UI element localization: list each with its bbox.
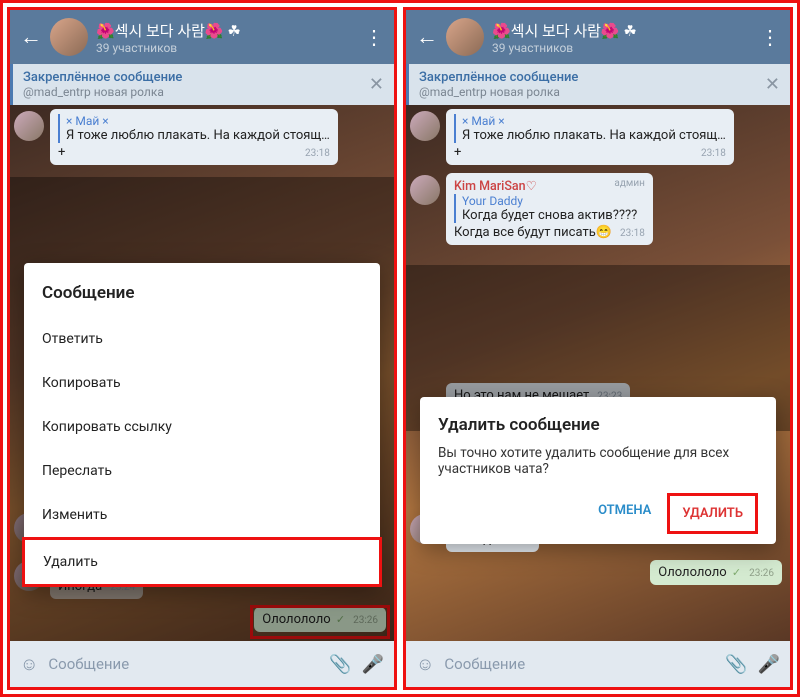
message-input-bar: ☺ Сообщение 📎 🎤: [10, 641, 394, 687]
message-input[interactable]: Сообщение: [48, 655, 319, 673]
cancel-button[interactable]: ОТМЕНА: [586, 493, 663, 534]
more-icon[interactable]: ⋮: [364, 25, 384, 49]
attach-icon[interactable]: 📎: [329, 654, 351, 675]
message-bubble[interactable]: Kim MariSan♡ админ Your Daddy Когда буде…: [446, 173, 653, 245]
menu-item-reply[interactable]: Ответить: [24, 317, 380, 361]
pinned-message[interactable]: Закреплённое сообщение @mad_entrp новая …: [10, 64, 394, 105]
menu-item-edit[interactable]: Изменить: [24, 493, 380, 537]
delete-button[interactable]: УДАЛИТЬ: [667, 493, 758, 534]
screenshot-right: ← 🌺섹시 보다 사람🌺 ☘ 39 участников ⋮ Закреплён…: [403, 7, 793, 690]
back-icon[interactable]: ←: [416, 24, 438, 50]
message-row: × Май × Я тоже люблю плакать. На каждой …: [406, 105, 790, 169]
dialog-buttons: ОТМЕНА УДАЛИТЬ: [438, 493, 758, 534]
back-icon[interactable]: ←: [20, 24, 42, 50]
emoji-icon[interactable]: ☺: [416, 654, 434, 675]
message-row: Ололололо 23:26 ✓: [406, 556, 790, 589]
menu-item-delete[interactable]: Удалить: [22, 537, 382, 587]
pinned-subtitle: @mad_entrp новая ролка: [419, 85, 765, 99]
avatar[interactable]: [50, 18, 88, 56]
check-icon: ✓: [732, 566, 741, 579]
message-row: Kim MariSan♡ админ Your Daddy Когда буде…: [406, 169, 790, 249]
avatar[interactable]: [410, 111, 440, 141]
close-icon[interactable]: ✕: [765, 74, 780, 95]
mic-icon[interactable]: 🎤: [362, 654, 384, 675]
message-bubble[interactable]: × Май × Я тоже люблю плакать. На каждой …: [446, 109, 734, 165]
quote-text: Я тоже люблю плакать. На каждой стоящ…: [462, 128, 726, 143]
screenshot-left: ← 🌺섹시 보다 사람🌺 ☘ 39 участников ⋮ Закреплён…: [7, 7, 397, 690]
dialog-body: Вы точно хотите удалить сообщение для вс…: [438, 445, 758, 477]
chat-header: ← 🌺섹시 보다 사람🌺 ☘ 39 участников ⋮: [406, 10, 790, 64]
message-time: 23:18: [305, 148, 330, 159]
message-text: Ололололо: [658, 565, 726, 580]
chat-title: 🌺섹시 보다 사람🌺 ☘: [492, 20, 752, 41]
quote-text: Когда будет снова актив????: [462, 208, 645, 223]
more-icon[interactable]: ⋮: [760, 25, 780, 49]
context-menu-title: Сообщение: [24, 275, 380, 317]
avatar[interactable]: [410, 175, 440, 205]
mic-icon[interactable]: 🎤: [758, 654, 780, 675]
quote-name: × Май ×: [66, 114, 330, 128]
quote-text: Я тоже люблю плакать. На каждой стоящ…: [66, 128, 330, 143]
chat-title: 🌺섹시 보다 사람🌺 ☘: [96, 20, 356, 41]
chat-header: ← 🌺섹시 보다 사람🌺 ☘ 39 участников ⋮: [10, 10, 394, 64]
chat-subtitle: 39 участников: [492, 41, 752, 55]
avatar[interactable]: [446, 18, 484, 56]
emoji-icon[interactable]: ☺: [20, 654, 38, 675]
message-time: 23:18: [701, 148, 726, 159]
menu-item-forward[interactable]: Переслать: [24, 449, 380, 493]
chat-area: × Май × Я тоже люблю плакать. На каждой …: [406, 105, 790, 641]
message-bubble[interactable]: × Май × Я тоже люблю плакать. На каждой …: [50, 109, 338, 165]
chat-area: × Май × Я тоже люблю плакать. На каждой …: [10, 105, 394, 641]
pinned-message[interactable]: Закреплённое сообщение @mad_entrp новая …: [406, 64, 790, 105]
message-time: 23:26: [749, 568, 774, 579]
message-text: +: [58, 145, 65, 160]
chat-subtitle: 39 участников: [96, 41, 356, 55]
menu-item-copy[interactable]: Копировать: [24, 361, 380, 405]
pinned-subtitle: @mad_entrp новая ролка: [23, 85, 369, 99]
quote-name: Your Daddy: [462, 194, 645, 208]
sender-name: Kim MariSan♡: [454, 179, 537, 194]
header-title-col[interactable]: 🌺섹시 보다 사람🌺 ☘ 39 участников: [96, 20, 356, 55]
header-title-col[interactable]: 🌺섹시 보다 사람🌺 ☘ 39 участников: [492, 20, 752, 55]
admin-label: админ: [614, 178, 644, 189]
close-icon[interactable]: ✕: [369, 74, 384, 95]
pinned-title: Закреплённое сообщение: [23, 70, 369, 85]
message-row: × Май × Я тоже люблю плакать. На каждой …: [10, 105, 394, 169]
attach-icon[interactable]: 📎: [725, 654, 747, 675]
message-text: Когда все будут писать😁: [454, 225, 612, 240]
message-time: 23:18: [620, 228, 645, 239]
message-bubble-outgoing[interactable]: Ололололо 23:26 ✓: [650, 560, 782, 585]
dialog-title: Удалить сообщение: [438, 415, 758, 435]
message-text: +: [454, 145, 461, 160]
avatar[interactable]: [14, 111, 44, 141]
menu-item-copy-link[interactable]: Копировать ссылку: [24, 405, 380, 449]
message-input[interactable]: Сообщение: [444, 655, 715, 673]
quote-name: × Май ×: [462, 114, 726, 128]
delete-dialog: Удалить сообщение Вы точно хотите удалит…: [420, 397, 776, 544]
message-input-bar: ☺ Сообщение 📎 🎤: [406, 641, 790, 687]
pinned-title: Закреплённое сообщение: [419, 70, 765, 85]
context-menu: Сообщение Ответить Копировать Копировать…: [24, 263, 380, 587]
